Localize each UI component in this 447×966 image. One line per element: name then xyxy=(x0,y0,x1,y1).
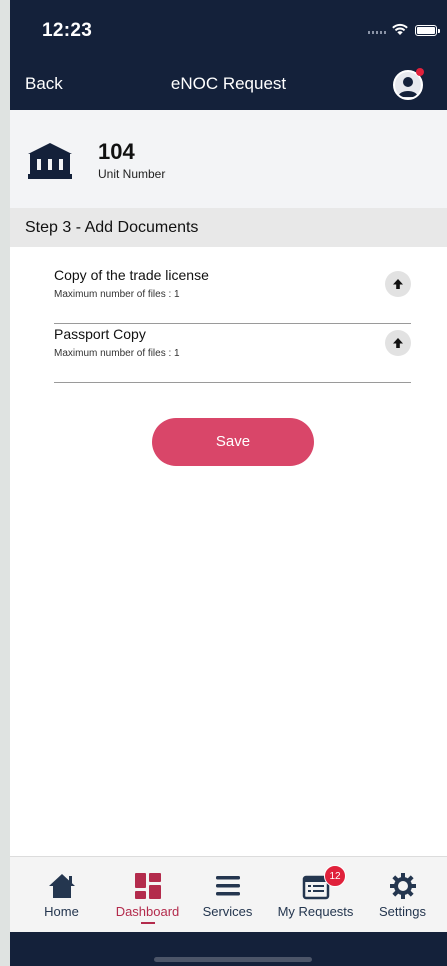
tab-bar: Home Dashboard Services 12 My Requests S… xyxy=(10,856,447,933)
home-icon xyxy=(48,874,75,898)
home-indicator-area xyxy=(10,932,447,966)
tab-dashboard[interactable]: Dashboard xyxy=(104,857,191,933)
upload-arrow-icon xyxy=(393,338,403,348)
tab-label: Home xyxy=(44,904,79,919)
tab-home[interactable]: Home xyxy=(18,857,105,933)
unit-number-label: Unit Number xyxy=(98,167,166,181)
status-time: 12:23 xyxy=(42,20,93,41)
upload-button[interactable] xyxy=(385,271,411,297)
document-trade-license: Copy of the trade license Maximum number… xyxy=(54,267,411,324)
document-limit: Maximum number of files : 1 xyxy=(54,348,180,359)
step-title: Step 3 - Add Documents xyxy=(25,219,199,236)
document-title: Passport Copy xyxy=(54,326,146,342)
page-title: eNOC Request xyxy=(170,74,287,93)
unit-number: 104 xyxy=(98,139,135,164)
upload-button[interactable] xyxy=(385,330,411,356)
tab-settings[interactable]: Settings xyxy=(359,857,446,933)
gear-icon xyxy=(389,873,416,899)
document-limit: Maximum number of files : 1 xyxy=(54,289,180,300)
unit-header: 104 Unit Number xyxy=(10,110,447,208)
wifi-icon xyxy=(392,23,408,35)
tab-label: My Requests xyxy=(277,904,354,919)
step-header: Step 3 - Add Documents xyxy=(10,208,447,247)
tab-services[interactable]: Services xyxy=(184,857,271,933)
document-passport: Passport Copy Maximum number of files : … xyxy=(54,326,411,383)
battery-icon xyxy=(415,25,440,36)
app-screen: 12:23 Back eNOC Request 104 Unit Number … xyxy=(10,0,447,966)
dashboard-icon xyxy=(134,873,161,899)
home-indicator[interactable] xyxy=(154,957,312,962)
building-icon xyxy=(28,143,72,179)
tab-label: Dashboard xyxy=(115,904,180,919)
save-button[interactable]: Save xyxy=(152,418,314,466)
document-title: Copy of the trade license xyxy=(54,267,209,283)
active-tab-indicator xyxy=(140,922,155,924)
signal-icon xyxy=(368,31,386,34)
status-bar: 12:23 xyxy=(10,0,447,62)
tab-my-requests[interactable]: 12 My Requests xyxy=(272,857,359,933)
tab-label: Settings xyxy=(379,904,426,919)
navigation-bar: Back eNOC Request xyxy=(10,62,447,110)
tab-label: Services xyxy=(202,904,253,919)
upload-arrow-icon xyxy=(393,279,403,289)
requests-count-badge: 12 xyxy=(324,865,346,887)
notification-dot xyxy=(416,68,424,76)
menu-icon xyxy=(215,876,240,896)
